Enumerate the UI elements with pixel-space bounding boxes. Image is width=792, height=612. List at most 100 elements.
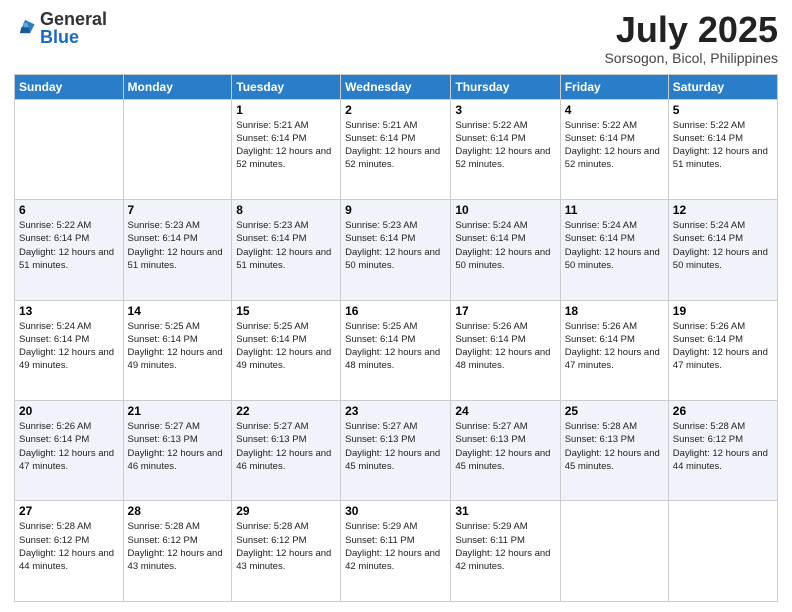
calendar-cell: 5 Sunrise: 5:22 AMSunset: 6:14 PMDaylight… [668, 99, 777, 199]
day-number: 27 [19, 504, 119, 518]
day-number: 11 [565, 203, 664, 217]
weekday-header-tuesday: Tuesday [232, 74, 341, 99]
day-info: Sunrise: 5:28 AMSunset: 6:12 PMDaylight:… [673, 420, 773, 473]
day-number: 21 [128, 404, 228, 418]
day-info: Sunrise: 5:22 AMSunset: 6:14 PMDaylight:… [19, 219, 119, 272]
day-number: 20 [19, 404, 119, 418]
calendar-table: SundayMondayTuesdayWednesdayThursdayFrid… [14, 74, 778, 602]
day-info: Sunrise: 5:25 AMSunset: 6:14 PMDaylight:… [128, 320, 228, 373]
day-number: 10 [455, 203, 555, 217]
calendar-cell: 30 Sunrise: 5:29 AMSunset: 6:11 PMDayligh… [341, 501, 451, 602]
day-info: Sunrise: 5:28 AMSunset: 6:12 PMDaylight:… [236, 520, 336, 573]
subtitle: Sorsogon, Bicol, Philippines [604, 50, 778, 66]
day-number: 9 [345, 203, 446, 217]
day-info: Sunrise: 5:24 AMSunset: 6:14 PMDaylight:… [565, 219, 664, 272]
calendar-cell: 15Sunrise: 5:25 AMSunset: 6:14 PMDayligh… [232, 300, 341, 400]
day-info: Sunrise: 5:23 AMSunset: 6:14 PMDaylight:… [345, 219, 446, 272]
calendar-cell: 25Sunrise: 5:28 AMSunset: 6:13 PMDayligh… [560, 401, 668, 501]
weekday-header-wednesday: Wednesday [341, 74, 451, 99]
day-number: 22 [236, 404, 336, 418]
calendar-cell: 6 Sunrise: 5:22 AMSunset: 6:14 PMDaylight… [15, 200, 124, 300]
day-number: 13 [19, 304, 119, 318]
day-number: 4 [565, 103, 664, 117]
page: General Blue July 2025 Sorsogon, Bicol, … [0, 0, 792, 612]
day-number: 8 [236, 203, 336, 217]
day-info: Sunrise: 5:27 AMSunset: 6:13 PMDaylight:… [128, 420, 228, 473]
day-number: 18 [565, 304, 664, 318]
day-number: 30 [345, 504, 446, 518]
day-info: Sunrise: 5:21 AMSunset: 6:14 PMDaylight:… [345, 119, 446, 172]
calendar-cell: 29 Sunrise: 5:28 AMSunset: 6:12 PMDayligh… [232, 501, 341, 602]
day-number: 1 [236, 103, 336, 117]
day-info: Sunrise: 5:28 AMSunset: 6:13 PMDaylight:… [565, 420, 664, 473]
day-number: 6 [19, 203, 119, 217]
calendar-cell: 18 Sunrise: 5:26 AMSunset: 6:14 PMDayligh… [560, 300, 668, 400]
day-number: 14 [128, 304, 228, 318]
logo: General Blue [14, 10, 107, 46]
day-number: 24 [455, 404, 555, 418]
calendar-cell: 1 Sunrise: 5:21 AMSunset: 6:14 PMDaylight… [232, 99, 341, 199]
calendar-cell: 12 Sunrise: 5:24 AMSunset: 6:14 PMDayligh… [668, 200, 777, 300]
calendar-cell: 19Sunrise: 5:26 AMSunset: 6:14 PMDayligh… [668, 300, 777, 400]
weekday-header-thursday: Thursday [451, 74, 560, 99]
day-info: Sunrise: 5:26 AMSunset: 6:14 PMDaylight:… [565, 320, 664, 373]
day-info: Sunrise: 5:24 AMSunset: 6:14 PMDaylight:… [19, 320, 119, 373]
calendar-cell [560, 501, 668, 602]
weekday-header-row: SundayMondayTuesdayWednesdayThursdayFrid… [15, 74, 778, 99]
day-number: 17 [455, 304, 555, 318]
logo-icon [14, 17, 36, 39]
day-number: 5 [673, 103, 773, 117]
day-info: Sunrise: 5:24 AMSunset: 6:14 PMDaylight:… [673, 219, 773, 272]
calendar-cell: 31Sunrise: 5:29 AMSunset: 6:11 PMDayligh… [451, 501, 560, 602]
calendar-cell: 22 Sunrise: 5:27 AMSunset: 6:13 PMDayligh… [232, 401, 341, 501]
day-info: Sunrise: 5:27 AMSunset: 6:13 PMDaylight:… [236, 420, 336, 473]
day-info: Sunrise: 5:24 AMSunset: 6:14 PMDaylight:… [455, 219, 555, 272]
day-number: 12 [673, 203, 773, 217]
weekday-header-saturday: Saturday [668, 74, 777, 99]
day-info: Sunrise: 5:27 AMSunset: 6:13 PMDaylight:… [455, 420, 555, 473]
day-info: Sunrise: 5:22 AMSunset: 6:14 PMDaylight:… [565, 119, 664, 172]
calendar-cell [15, 99, 124, 199]
calendar-cell: 26Sunrise: 5:28 AMSunset: 6:12 PMDayligh… [668, 401, 777, 501]
week-row-1: 1 Sunrise: 5:21 AMSunset: 6:14 PMDaylight… [15, 99, 778, 199]
day-number: 2 [345, 103, 446, 117]
logo-text: General Blue [40, 10, 107, 46]
calendar-cell: 17 Sunrise: 5:26 AMSunset: 6:14 PMDayligh… [451, 300, 560, 400]
month-title: July 2025 [604, 10, 778, 50]
weekday-header-friday: Friday [560, 74, 668, 99]
weekday-header-sunday: Sunday [15, 74, 124, 99]
day-info: Sunrise: 5:29 AMSunset: 6:11 PMDaylight:… [455, 520, 555, 573]
calendar-cell: 9 Sunrise: 5:23 AMSunset: 6:14 PMDaylight… [341, 200, 451, 300]
calendar-cell: 28Sunrise: 5:28 AMSunset: 6:12 PMDayligh… [123, 501, 232, 602]
calendar-cell: 7 Sunrise: 5:23 AMSunset: 6:14 PMDaylight… [123, 200, 232, 300]
day-info: Sunrise: 5:29 AMSunset: 6:11 PMDaylight:… [345, 520, 446, 573]
day-number: 3 [455, 103, 555, 117]
day-info: Sunrise: 5:23 AMSunset: 6:14 PMDaylight:… [128, 219, 228, 272]
day-info: Sunrise: 5:25 AMSunset: 6:14 PMDaylight:… [345, 320, 446, 373]
day-info: Sunrise: 5:21 AMSunset: 6:14 PMDaylight:… [236, 119, 336, 172]
week-row-5: 27 Sunrise: 5:28 AMSunset: 6:12 PMDayligh… [15, 501, 778, 602]
day-info: Sunrise: 5:27 AMSunset: 6:13 PMDaylight:… [345, 420, 446, 473]
day-info: Sunrise: 5:26 AMSunset: 6:14 PMDaylight:… [455, 320, 555, 373]
week-row-3: 13 Sunrise: 5:24 AMSunset: 6:14 PMDayligh… [15, 300, 778, 400]
calendar-cell: 10 Sunrise: 5:24 AMSunset: 6:14 PMDayligh… [451, 200, 560, 300]
calendar-cell: 14 Sunrise: 5:25 AMSunset: 6:14 PMDayligh… [123, 300, 232, 400]
day-number: 7 [128, 203, 228, 217]
day-number: 28 [128, 504, 228, 518]
calendar-cell: 11 Sunrise: 5:24 AMSunset: 6:14 PMDayligh… [560, 200, 668, 300]
calendar-cell: 20Sunrise: 5:26 AMSunset: 6:14 PMDayligh… [15, 401, 124, 501]
header: General Blue July 2025 Sorsogon, Bicol, … [14, 10, 778, 66]
week-row-4: 20Sunrise: 5:26 AMSunset: 6:14 PMDayligh… [15, 401, 778, 501]
day-info: Sunrise: 5:26 AMSunset: 6:14 PMDaylight:… [673, 320, 773, 373]
calendar-cell: 3Sunrise: 5:22 AMSunset: 6:14 PMDaylight… [451, 99, 560, 199]
calendar-cell: 13 Sunrise: 5:24 AMSunset: 6:14 PMDayligh… [15, 300, 124, 400]
day-number: 29 [236, 504, 336, 518]
calendar-cell: 2 Sunrise: 5:21 AMSunset: 6:14 PMDaylight… [341, 99, 451, 199]
day-info: Sunrise: 5:22 AMSunset: 6:14 PMDaylight:… [673, 119, 773, 172]
title-block: July 2025 Sorsogon, Bicol, Philippines [604, 10, 778, 66]
day-number: 16 [345, 304, 446, 318]
calendar-cell: 21 Sunrise: 5:27 AMSunset: 6:13 PMDayligh… [123, 401, 232, 501]
calendar-cell: 23Sunrise: 5:27 AMSunset: 6:13 PMDayligh… [341, 401, 451, 501]
weekday-header-monday: Monday [123, 74, 232, 99]
day-info: Sunrise: 5:25 AMSunset: 6:14 PMDaylight:… [236, 320, 336, 373]
